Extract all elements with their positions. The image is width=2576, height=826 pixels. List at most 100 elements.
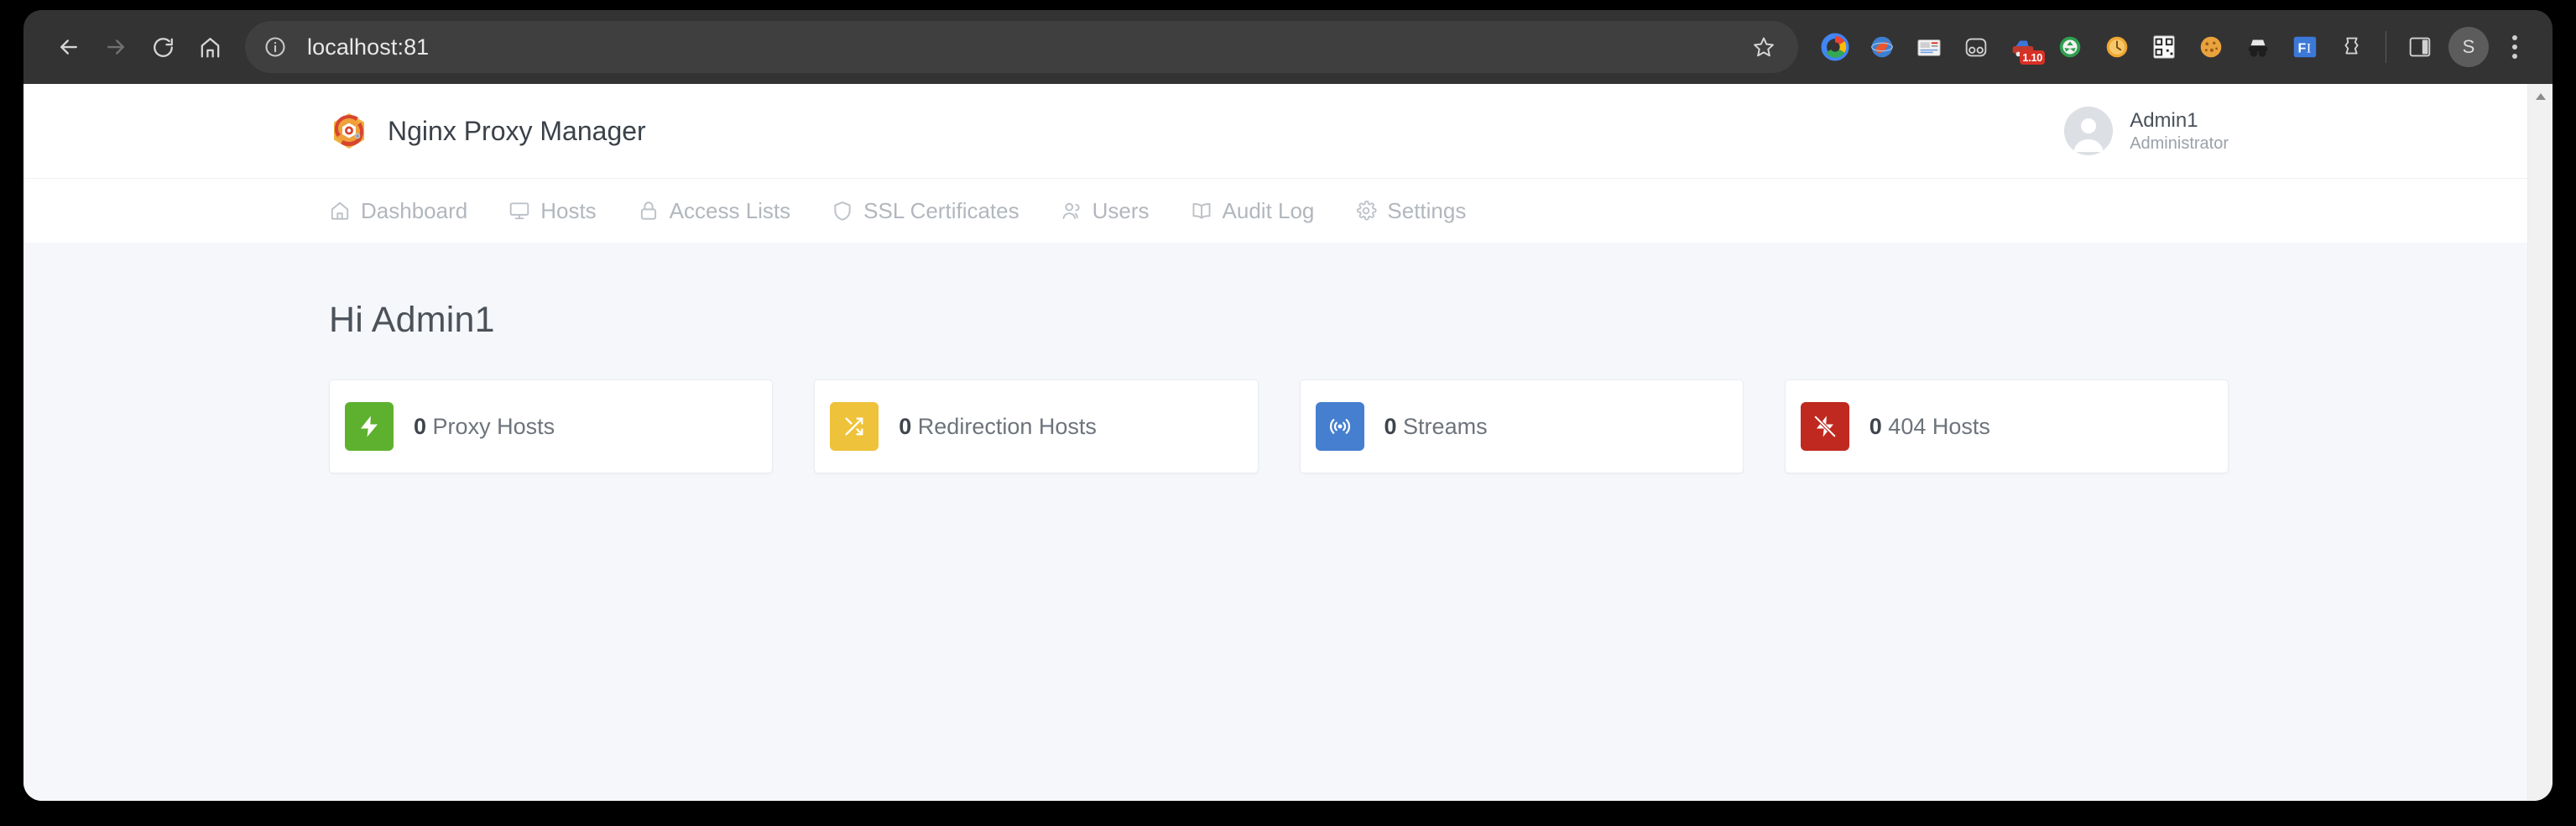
site-header: Nginx Proxy Manager Admin1 Administrator bbox=[23, 84, 2527, 178]
zap-off-icon bbox=[1812, 414, 1838, 439]
extension-fi-extension-icon[interactable]: F I bbox=[2281, 24, 2328, 71]
stat-card-icon-wrap bbox=[830, 402, 879, 451]
brand-name: Nginx Proxy Manager bbox=[388, 116, 646, 147]
stat-card-proxy-hosts[interactable]: 0 Proxy Hosts bbox=[329, 379, 773, 473]
user-avatar-icon bbox=[2064, 107, 2113, 155]
nginx-proxy-manager-logo bbox=[329, 111, 369, 151]
fi-extension-icon: F I bbox=[2291, 33, 2319, 61]
stat-card-icon-wrap bbox=[1801, 402, 1849, 451]
back-arrow-icon bbox=[56, 34, 81, 60]
info-circle-icon bbox=[263, 35, 287, 59]
nav-label: Hosts bbox=[540, 198, 596, 224]
extensions-toolbar: 1.10 bbox=[1812, 24, 2537, 71]
book-icon bbox=[1191, 200, 1212, 222]
kebab-dot bbox=[2512, 44, 2517, 50]
reload-button[interactable] bbox=[139, 24, 186, 71]
back-button[interactable] bbox=[45, 24, 92, 71]
svg-text:I: I bbox=[2307, 42, 2311, 56]
user-menu[interactable]: Admin1 Administrator bbox=[2064, 107, 2229, 155]
browser-menu-button[interactable] bbox=[2492, 24, 2537, 71]
nav-label: Access Lists bbox=[670, 198, 791, 224]
extension-car-extension-icon[interactable]: 1.10 bbox=[2000, 24, 2047, 71]
stat-card-streams[interactable]: 0 Streams bbox=[1300, 379, 1744, 473]
nav-item-dashboard[interactable]: Dashboard bbox=[329, 198, 488, 224]
profile-initial: S bbox=[2463, 36, 2475, 58]
scroll-up-button[interactable] bbox=[2528, 84, 2553, 109]
stat-card-label: Streams bbox=[1403, 414, 1488, 439]
browser-window: localhost:81 bbox=[23, 10, 2553, 801]
bookmark-button[interactable] bbox=[1743, 26, 1785, 68]
scroll-up-arrow-icon bbox=[2535, 92, 2547, 101]
extension-clipboard-extension-icon[interactable] bbox=[2328, 24, 2375, 71]
browser-toolbar: localhost:81 bbox=[23, 10, 2553, 84]
stat-card-icon-wrap bbox=[345, 402, 394, 451]
shuffle-icon bbox=[842, 415, 866, 438]
stat-card-label: 404 Hosts bbox=[1888, 414, 1990, 439]
site-info-button[interactable] bbox=[253, 25, 297, 69]
nav-label: Users bbox=[1092, 198, 1150, 224]
stat-card-redirection-hosts[interactable]: 0 Redirection Hosts bbox=[814, 379, 1258, 473]
extension-goggles-extension-icon[interactable] bbox=[1953, 24, 2000, 71]
stat-card-text: 0 Streams bbox=[1384, 414, 1488, 440]
home-button[interactable] bbox=[186, 24, 233, 71]
side-panel-icon bbox=[2406, 33, 2434, 61]
address-bar[interactable]: localhost:81 bbox=[245, 21, 1798, 73]
extension-news-extension-icon[interactable] bbox=[1906, 24, 1953, 71]
browser-viewport: Nginx Proxy Manager Admin1 Administrator bbox=[23, 84, 2553, 801]
google-extension-icon bbox=[1821, 33, 1849, 61]
cookie-extension-icon bbox=[2197, 33, 2225, 61]
gear-icon bbox=[1355, 200, 1377, 222]
nav-item-hosts[interactable]: Hosts bbox=[508, 198, 617, 224]
nav-item-access-lists[interactable]: Access Lists bbox=[638, 198, 812, 224]
stat-card-404-hosts[interactable]: 0 404 Hosts bbox=[1785, 379, 2229, 473]
content-container: Hi Admin1 0 Proxy Hosts bbox=[329, 243, 2229, 473]
globe-extension-icon bbox=[1868, 33, 1896, 61]
zap-icon bbox=[357, 414, 382, 439]
stat-card-text: 0 Proxy Hosts bbox=[414, 414, 555, 440]
page-title: Hi Admin1 bbox=[329, 243, 2229, 341]
stat-card-count: 0 bbox=[1869, 414, 1882, 439]
user-text: Admin1 Administrator bbox=[2130, 108, 2229, 154]
nav-item-ssl-certificates[interactable]: SSL Certificates bbox=[832, 198, 1040, 224]
stat-card-row: 0 Proxy Hosts bbox=[329, 379, 2229, 473]
nav-label: Settings bbox=[1387, 198, 1466, 224]
extension-qr-code-extension-icon[interactable] bbox=[2141, 24, 2188, 71]
reload-icon bbox=[151, 35, 175, 60]
broadcast-icon bbox=[1327, 414, 1353, 439]
lock-icon bbox=[638, 200, 660, 222]
extension-google-extension-icon[interactable] bbox=[1812, 24, 1859, 71]
kebab-dot bbox=[2512, 54, 2517, 59]
side-panel-button[interactable] bbox=[2396, 24, 2443, 71]
stat-card-icon-wrap bbox=[1316, 402, 1364, 451]
forward-button[interactable] bbox=[92, 24, 139, 71]
stat-card-count: 0 bbox=[899, 414, 911, 439]
news-extension-icon bbox=[1915, 33, 1943, 61]
extension-incognito-extension-icon[interactable] bbox=[2234, 24, 2281, 71]
kebab-dot bbox=[2512, 35, 2517, 40]
stat-card-text: 0 Redirection Hosts bbox=[899, 414, 1097, 440]
extension-globe-extension-icon[interactable] bbox=[1859, 24, 1906, 71]
clipboard-extension-icon bbox=[2338, 33, 2366, 61]
goggles-extension-icon bbox=[1962, 33, 1990, 61]
users-icon bbox=[1061, 200, 1082, 222]
home-icon bbox=[198, 35, 222, 60]
stat-card-label: Redirection Hosts bbox=[918, 414, 1097, 439]
main-nav: Dashboard Hosts Access Lists bbox=[23, 178, 2527, 243]
brand[interactable]: Nginx Proxy Manager bbox=[329, 111, 646, 151]
nav-label: SSL Certificates bbox=[863, 198, 1019, 224]
address-bar-url: localhost:81 bbox=[307, 34, 1743, 60]
stat-card-count: 0 bbox=[414, 414, 426, 439]
qr-code-extension-icon bbox=[2150, 33, 2178, 61]
extension-recycle-extension-icon[interactable] bbox=[2047, 24, 2094, 71]
dashboard-content: Hi Admin1 0 Proxy Hosts bbox=[23, 243, 2527, 801]
extension-cookie-extension-icon[interactable] bbox=[2188, 24, 2234, 71]
browser-profile-button[interactable]: S bbox=[2448, 27, 2489, 67]
extension-clock-extension-icon[interactable] bbox=[2094, 24, 2141, 71]
nav-items: Dashboard Hosts Access Lists bbox=[329, 198, 1487, 224]
user-name: Admin1 bbox=[2130, 108, 2229, 133]
nav-item-settings[interactable]: Settings bbox=[1355, 198, 1487, 224]
page-scrollbar[interactable] bbox=[2527, 84, 2553, 801]
nav-item-users[interactable]: Users bbox=[1061, 198, 1171, 224]
nav-item-audit-log[interactable]: Audit Log bbox=[1191, 198, 1336, 224]
home-icon bbox=[329, 200, 351, 222]
